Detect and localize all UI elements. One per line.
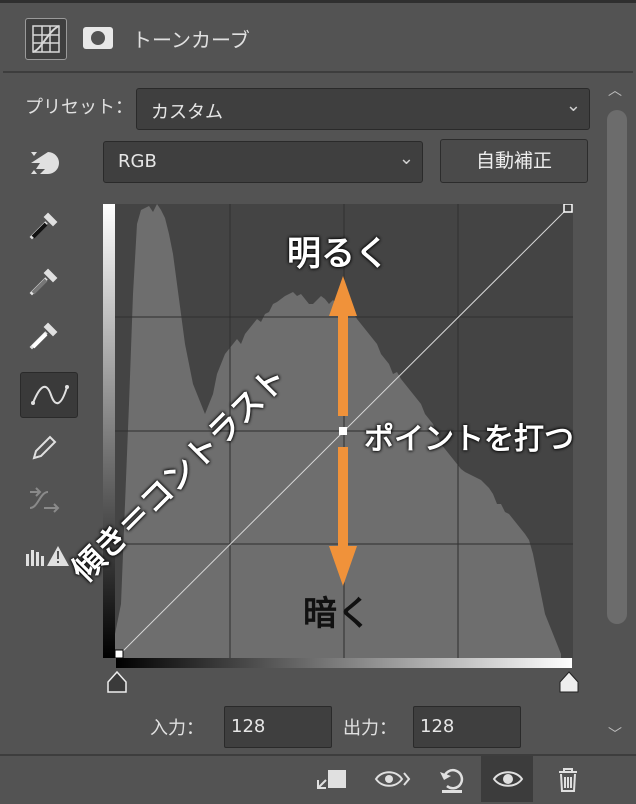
scroll-thumb[interactable] — [607, 110, 627, 624]
input-gradient-bar — [116, 658, 572, 668]
output-value: 128 — [420, 716, 455, 737]
view-previous-icon[interactable] — [372, 760, 412, 800]
clip-to-layer-icon[interactable] — [312, 760, 352, 800]
tone-curve-panel: トーンカーブ プリセット： カスタム ⌄ RGB ⌄ 自動補正 明るく 暗く ポ… — [0, 0, 636, 804]
preset-dropdown[interactable]: カスタム ⌄ — [136, 88, 590, 130]
scroll-up-icon[interactable]: ︿ — [608, 80, 622, 100]
output-value-field[interactable]: 128 — [413, 706, 521, 748]
curve-endpoint-black[interactable] — [114, 649, 124, 658]
preset-value: カスタム — [151, 102, 223, 123]
output-gradient-bar — [103, 204, 115, 658]
chevron-down-icon: ⌄ — [398, 148, 414, 169]
visibility-eye-icon[interactable] — [488, 760, 528, 800]
on-image-adjust-icon[interactable] — [28, 146, 68, 180]
annotation-brighter: 明るく — [287, 234, 389, 274]
black-point-slider[interactable] — [104, 670, 130, 694]
input-label: 入力： — [150, 718, 204, 739]
layer-mask-icon[interactable] — [83, 27, 113, 49]
reset-icon[interactable] — [432, 760, 472, 800]
dropper-white-icon[interactable] — [22, 316, 66, 356]
dropper-gray-icon[interactable] — [22, 262, 66, 302]
smooth-icon — [22, 480, 66, 520]
pencil-icon[interactable] — [22, 426, 66, 466]
curve-control-point[interactable] — [339, 427, 347, 435]
scroll-down-icon[interactable]: ﹀ — [608, 724, 622, 744]
curve-point-icon[interactable] — [20, 372, 78, 418]
dropper-black-icon[interactable] — [22, 206, 66, 246]
output-label: 出力： — [343, 718, 397, 739]
annotation-point: ポイントを打つ — [364, 422, 574, 457]
channel-value: RGB — [118, 151, 157, 172]
trash-icon[interactable] — [548, 760, 588, 800]
auto-button[interactable]: 自動補正 — [440, 139, 588, 183]
curve-endpoint-white[interactable] — [563, 204, 573, 213]
white-point-slider[interactable] — [556, 670, 582, 694]
input-value: 128 — [231, 716, 266, 737]
chevron-down-icon: ⌄ — [565, 95, 581, 116]
annotation-darker: 暗く — [303, 594, 371, 634]
channel-dropdown[interactable]: RGB ⌄ — [103, 141, 423, 183]
curves-adjustment-icon[interactable] — [25, 18, 67, 60]
input-value-field[interactable]: 128 — [224, 706, 332, 748]
panel-title: トーンカーブ — [132, 28, 250, 52]
preset-label: プリセット： — [25, 97, 133, 118]
